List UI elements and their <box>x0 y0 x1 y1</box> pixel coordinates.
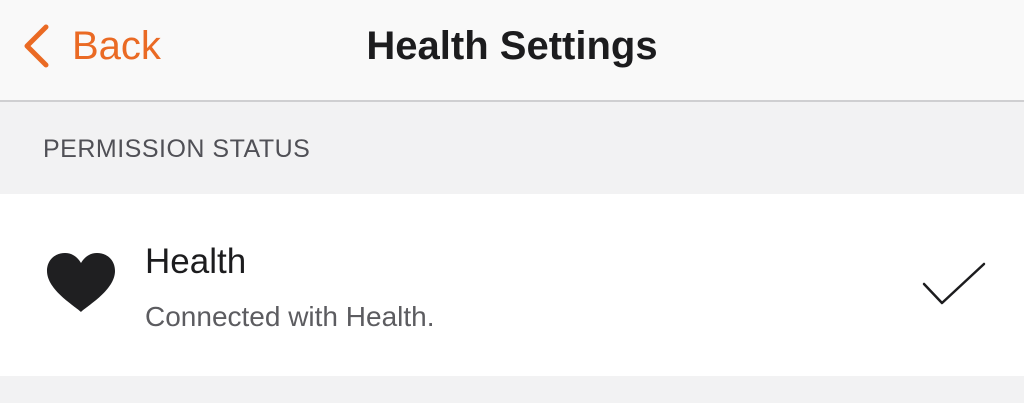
health-permission-row[interactable] <box>0 194 1024 376</box>
row-subtitle: Connected with Health. <box>145 301 435 332</box>
row-title: Health <box>145 242 247 281</box>
navigation-bar: Back Health Settings <box>0 0 1024 102</box>
page-title: Health Settings <box>366 24 658 68</box>
section-title: PERMISSION STATUS <box>43 135 311 163</box>
checkmark-icon <box>922 262 986 305</box>
heart-icon <box>47 253 115 312</box>
grouped-background-footer <box>0 376 1024 403</box>
